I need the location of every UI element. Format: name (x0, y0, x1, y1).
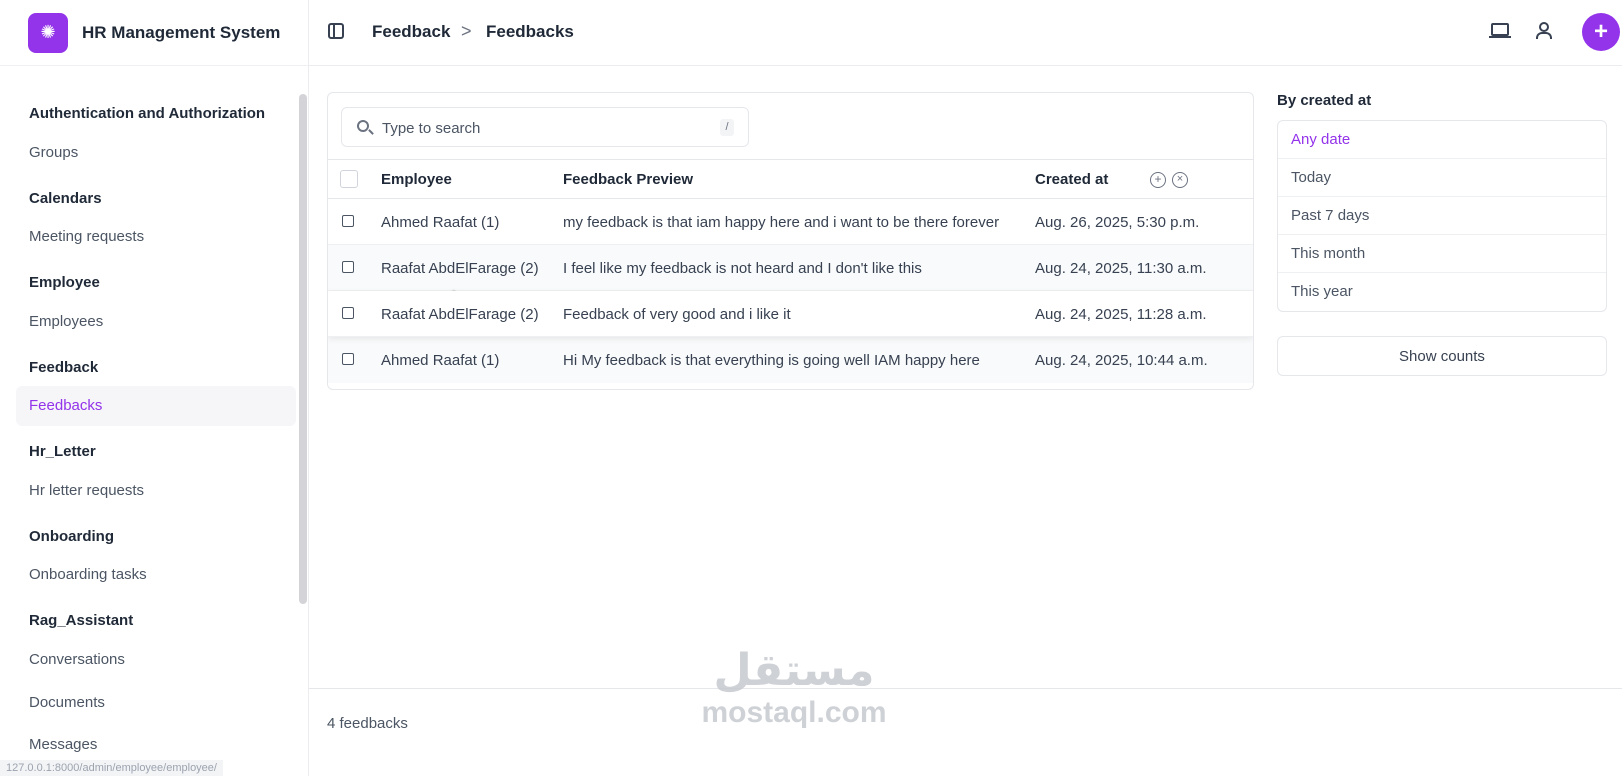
filter-panel: By created at Any date Today Past 7 days… (1277, 92, 1607, 376)
search-icon (357, 120, 369, 132)
sort-add-icon[interactable]: + (1150, 172, 1166, 188)
sidebar-item-messages[interactable]: Messages (0, 735, 295, 755)
breadcrumb-feedback[interactable]: Feedback (372, 22, 450, 42)
nav-section-auth: Authentication and Authorization (29, 105, 266, 122)
cell-employee[interactable]: Ahmed Raafat (1) (381, 352, 499, 369)
column-employee[interactable]: Employee (381, 171, 452, 188)
app-window: ✺ HR Management System Authentication an… (0, 0, 1622, 776)
brand[interactable]: ✺ HR Management System (0, 0, 308, 66)
gear-logo-icon: ✺ (28, 12, 68, 53)
results-footer: 4 feedbacks مستقل mostaql.com (309, 646, 1622, 776)
sidebar-toggle-icon[interactable] (328, 23, 344, 39)
sidebar-item-documents[interactable]: Documents (0, 693, 295, 713)
filter-option-past-7-days[interactable]: Past 7 days (1278, 197, 1606, 235)
sidebar-item-conversations[interactable]: Conversations (0, 650, 295, 670)
show-counts-button[interactable]: Show counts (1277, 336, 1607, 376)
main-content: / Employee Feedback Preview Created at +… (309, 66, 1622, 776)
filter-title: By created at (1277, 92, 1372, 109)
sidebar-item-onboarding-tasks[interactable]: Onboarding tasks (0, 565, 295, 585)
cell-employee[interactable]: Raafat AbdElFarage (2) (381, 260, 539, 277)
cell-preview: my feedback is that iam happy here and i… (563, 214, 1000, 231)
cell-preview: I feel like my feedback is not heard and… (563, 260, 922, 277)
user-icon[interactable] (1535, 21, 1552, 39)
row-checkbox[interactable] (342, 261, 354, 273)
top-bar: Feedback > Feedbacks + (309, 0, 1622, 66)
nav-section-calendars: Calendars (29, 190, 102, 207)
table-row[interactable]: Raafat AbdElFarage (2) Feedback of very … (328, 291, 1253, 337)
sidebar-item-feedbacks[interactable]: Feedbacks (16, 386, 296, 426)
sort-remove-icon[interactable]: × (1172, 172, 1188, 188)
nav-section-onboarding: Onboarding (29, 528, 114, 545)
watermark-arabic: مستقل (713, 646, 875, 695)
select-all-checkbox[interactable] (340, 170, 358, 188)
search-input[interactable] (382, 117, 702, 139)
nav-section-employee: Employee (29, 274, 100, 291)
filter-option-this-month[interactable]: This month (1278, 235, 1606, 273)
table-row[interactable]: Ahmed Raafat (1) Hi My feedback is that … (328, 337, 1253, 383)
result-count: 4 feedbacks (327, 715, 408, 732)
cell-preview: Feedback of very good and i like it (563, 306, 791, 323)
status-bar-url: 127.0.0.1:8000/admin/employee/employee/ (0, 760, 223, 776)
nav-section-rag-assistant: Rag_Assistant (29, 612, 134, 629)
sidebar-item-meeting-requests[interactable]: Meeting requests (0, 227, 295, 247)
sidebar-item-groups[interactable]: Groups (0, 143, 295, 163)
nav-section-feedback: Feedback (29, 359, 99, 376)
breadcrumb-feedbacks: Feedbacks (486, 22, 574, 41)
cell-employee[interactable]: Ahmed Raafat (1) (381, 214, 499, 231)
sidebar: ✺ HR Management System Authentication an… (0, 0, 309, 776)
sidebar-item-hr-letter-requests[interactable]: Hr letter requests (0, 481, 295, 501)
column-feedback-preview[interactable]: Feedback Preview (563, 171, 693, 188)
cell-created-at: Aug. 24, 2025, 11:30 a.m. (1035, 260, 1207, 277)
column-created-at[interactable]: Created at (1035, 171, 1108, 188)
table-header: Employee Feedback Preview Created at + × (328, 159, 1253, 199)
search-box[interactable]: / (341, 107, 749, 147)
chevron-right-icon: > (461, 21, 472, 41)
filter-option-this-year[interactable]: This year (1278, 273, 1606, 311)
table-row[interactable]: Ahmed Raafat (1) my feedback is that iam… (328, 199, 1253, 245)
filter-option-today[interactable]: Today (1278, 159, 1606, 197)
sidebar-scrollbar[interactable] (299, 94, 307, 604)
cell-created-at: Aug. 24, 2025, 11:28 a.m. (1035, 306, 1207, 323)
watermark-logo: مستقل mostaql.com (694, 645, 894, 729)
cell-created-at: Aug. 26, 2025, 5:30 p.m. (1035, 214, 1200, 231)
results-card: / Employee Feedback Preview Created at +… (327, 92, 1254, 390)
laptop-icon[interactable] (1489, 23, 1511, 38)
row-checkbox[interactable] (342, 215, 354, 227)
add-feedback-button[interactable]: + (1582, 13, 1620, 51)
app-title: HR Management System (82, 22, 281, 42)
cell-employee[interactable]: Raafat AbdElFarage (2) (381, 306, 539, 323)
table-row[interactable]: Raafat AbdElFarage (2) I feel like my fe… (328, 245, 1253, 291)
row-checkbox[interactable] (342, 307, 354, 319)
sidebar-nav: Authentication and Authorization Groups … (0, 66, 296, 776)
nav-section-hr-letter: Hr_Letter (29, 443, 96, 460)
watermark-latin: mostaql.com (701, 696, 887, 729)
filter-option-any-date[interactable]: Any date (1278, 121, 1606, 159)
filter-options: Any date Today Past 7 days This month Th… (1277, 120, 1607, 312)
sidebar-item-employees[interactable]: Employees (0, 312, 295, 332)
cell-created-at: Aug. 24, 2025, 10:44 a.m. (1035, 352, 1208, 369)
cell-preview: Hi My feedback is that everything is goi… (563, 352, 980, 369)
row-checkbox[interactable] (342, 353, 354, 365)
search-shortcut-key: / (720, 119, 734, 136)
